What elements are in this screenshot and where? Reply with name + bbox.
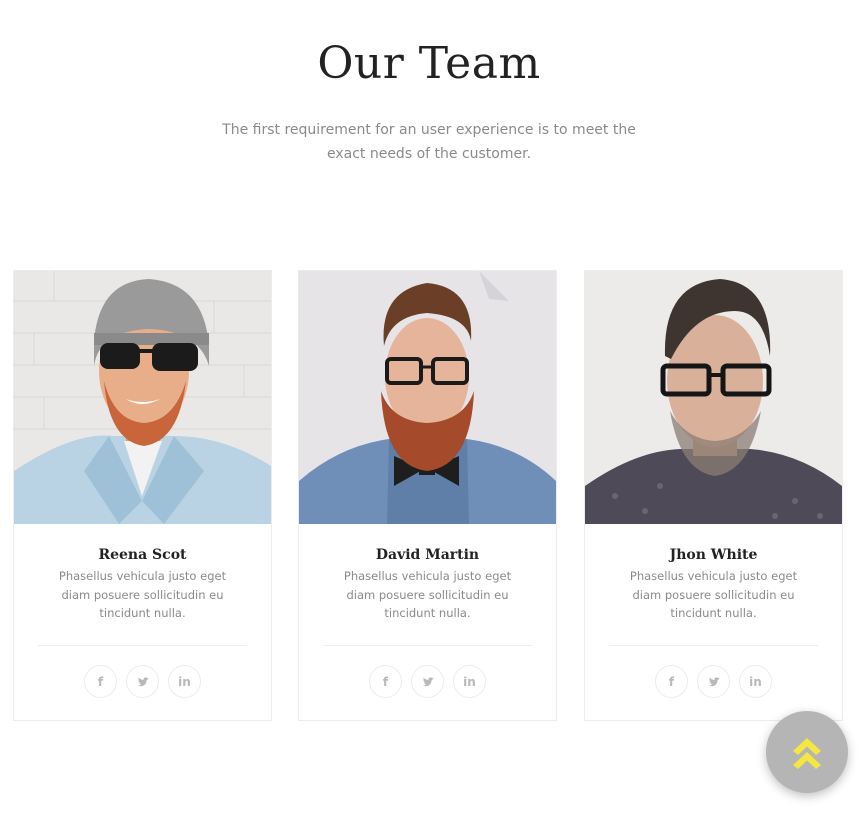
team-member-photo	[585, 271, 842, 524]
team-card-reena-scot: Reena Scot Phasellus vehicula justo eget…	[13, 270, 272, 721]
facebook-icon[interactable]: f	[369, 665, 402, 698]
facebook-icon[interactable]: f	[84, 665, 117, 698]
card-divider	[38, 645, 247, 646]
team-card-david-martin: David Martin Phasellus vehicula justo eg…	[298, 270, 557, 721]
card-divider	[609, 645, 818, 646]
linkedin-icon[interactable]: in	[739, 665, 772, 698]
twitter-icon[interactable]	[126, 665, 159, 698]
twitter-icon[interactable]	[697, 665, 730, 698]
team-member-photo	[14, 271, 271, 524]
team-member-name: David Martin	[375, 547, 480, 563]
social-links: f in	[585, 665, 842, 699]
linkedin-icon[interactable]: in	[453, 665, 486, 698]
social-links: f in	[299, 665, 556, 699]
social-links: f in	[14, 665, 271, 699]
twitter-icon[interactable]	[411, 665, 444, 698]
back-to-top-button[interactable]	[766, 711, 848, 793]
section-subtitle: The first requirement for an user experi…	[222, 122, 636, 162]
double-chevron-up-icon	[793, 738, 821, 769]
facebook-icon[interactable]: f	[655, 665, 688, 698]
card-divider	[323, 645, 532, 646]
team-member-description: Phasellus vehicula justo eget diam posue…	[58, 569, 227, 620]
team-card-jhon-white: Jhon White Phasellus vehicula justo eget…	[584, 270, 843, 721]
linkedin-icon[interactable]: in	[168, 665, 201, 698]
team-member-name: Reena Scot	[98, 547, 187, 563]
team-member-name: Jhon White	[669, 547, 758, 563]
team-member-photo	[299, 271, 556, 524]
section-title: Our Team	[317, 38, 541, 89]
team-member-description: Phasellus vehicula justo eget diam posue…	[629, 569, 798, 620]
team-member-description: Phasellus vehicula justo eget diam posue…	[343, 569, 512, 620]
